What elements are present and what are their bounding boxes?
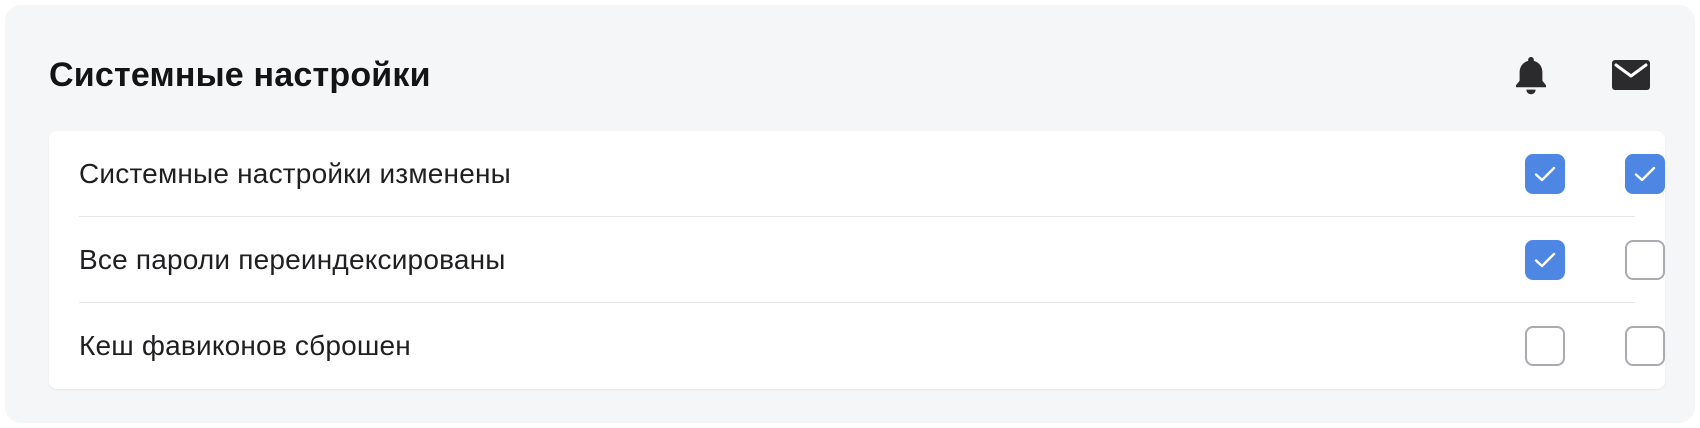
push-checkbox[interactable] <box>1525 240 1565 280</box>
checkmark-icon <box>1534 166 1556 182</box>
push-checkbox[interactable] <box>1525 154 1565 194</box>
settings-list: Системные настройки изменены Все пароли … <box>49 131 1665 389</box>
setting-row: Кеш фавиконов сброшен <box>79 303 1665 389</box>
panel-title: Системные настройки <box>49 55 431 94</box>
setting-label: Все пароли переиндексированы <box>79 244 506 275</box>
setting-label: Кеш фавиконов сброшен <box>79 330 411 361</box>
email-checkbox[interactable] <box>1625 240 1665 280</box>
email-checkbox[interactable] <box>1625 326 1665 366</box>
push-checkbox[interactable] <box>1525 326 1565 366</box>
setting-label: Системные настройки изменены <box>79 158 511 189</box>
setting-row: Все пароли переиндексированы <box>79 217 1665 303</box>
panel-header: Системные настройки <box>49 45 1651 105</box>
checkmark-icon <box>1534 252 1556 268</box>
bell-icon <box>1511 55 1551 95</box>
channel-header <box>1451 45 1651 105</box>
checkmark-icon <box>1634 166 1656 182</box>
email-checkbox[interactable] <box>1625 154 1665 194</box>
mail-icon <box>1611 55 1651 95</box>
system-settings-panel: Системные настройки Системные настройки … <box>5 5 1695 423</box>
setting-row: Системные настройки изменены <box>79 131 1665 217</box>
